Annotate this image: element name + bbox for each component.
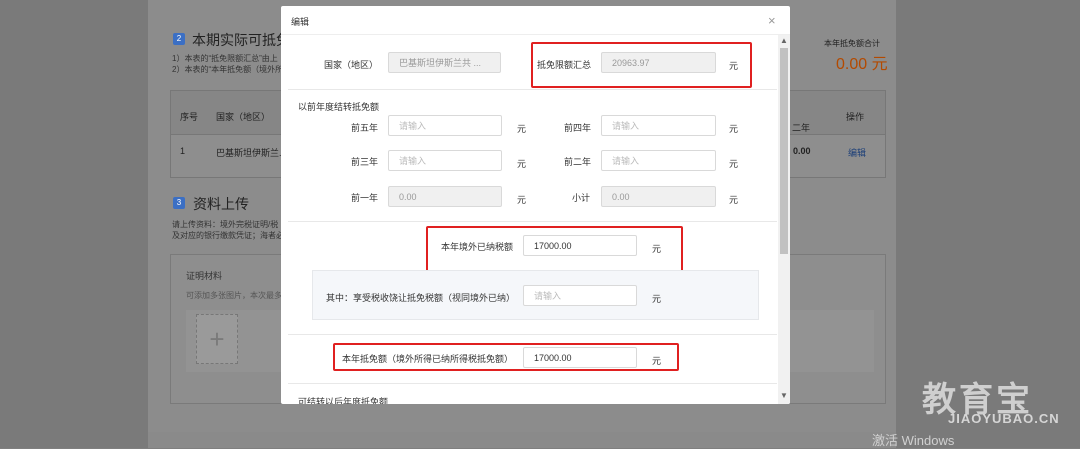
unit-label: 元 <box>729 159 739 169</box>
scroll-up-arrow-icon[interactable]: ▲ <box>778 35 790 47</box>
unit-label: 元 <box>517 195 527 205</box>
edit-link[interactable]: 编辑 <box>848 146 866 159</box>
scrollbar-thumb[interactable] <box>780 48 788 254</box>
divider <box>288 334 777 335</box>
column-header: 序号 <box>180 112 199 122</box>
close-icon[interactable]: × <box>768 13 776 28</box>
unit-label: 元 <box>517 124 527 134</box>
year5-label: 前五年 <box>351 123 379 133</box>
windows-activation-text: 激活 Windows <box>872 433 955 448</box>
unit-label: 元 <box>652 294 662 304</box>
unit-label: 元 <box>729 61 739 71</box>
total-credit-label: 本年抵免额合计 <box>824 39 880 48</box>
subtotal-field <box>601 186 716 207</box>
unit-label: 元 <box>652 244 662 254</box>
country-field <box>388 52 501 73</box>
section-number-badge: 2 <box>173 33 185 45</box>
header-divider <box>281 34 790 35</box>
limit-total-field <box>601 52 716 73</box>
section-note: 及对应的银行缴款凭证；海者必 <box>172 231 284 240</box>
column-header: 国家（地区） <box>216 112 271 122</box>
year1-label: 前一年 <box>351 193 379 203</box>
divider <box>288 221 777 222</box>
year4-input[interactable] <box>601 115 716 136</box>
dialog-title: 编辑 <box>291 17 310 27</box>
year2-input[interactable] <box>601 150 716 171</box>
table-cell: 1 <box>180 146 186 156</box>
current-year-credit-label: 本年抵免额（境外所得已纳所得税抵免额） <box>342 354 514 364</box>
left-margin <box>0 0 148 448</box>
section-title: 资料上传 <box>193 196 249 212</box>
scroll-down-arrow-icon[interactable]: ▼ <box>778 390 790 402</box>
column-header: 操作 <box>846 112 865 122</box>
divider <box>288 383 777 384</box>
year1-field <box>388 186 502 207</box>
year2-label: 前二年 <box>564 157 592 167</box>
year3-input[interactable] <box>388 150 502 171</box>
unit-label: 元 <box>729 195 739 205</box>
edit-dialog: 编辑 × 国家（地区） 抵免限额汇总 元 以前年度结转抵免额 前五年 元 前四年… <box>281 6 790 404</box>
divider <box>288 89 777 90</box>
tax-sparing-label: 其中：享受税收饶让抵免税额（视同境外已纳） <box>326 293 516 303</box>
carry-forward-section-title: 以前年度结转抵免额 <box>298 102 380 112</box>
carry-forward-future-label: 可结转以后年度抵免额 <box>298 397 389 404</box>
watermark-url: JIAOYUBAO.CN <box>948 411 1060 426</box>
upload-hint: 可添加多张图片，本次最多 <box>186 291 282 300</box>
current-year-credit-input[interactable] <box>523 347 637 368</box>
unit-label: 元 <box>729 124 739 134</box>
limit-total-label: 抵免限额汇总 <box>537 60 592 70</box>
section-title: 本期实际可抵免 <box>192 32 290 48</box>
upload-title: 证明材料 <box>186 271 223 281</box>
total-credit-value: 0.00 元 <box>836 56 888 73</box>
foreign-tax-paid-label: 本年境外已纳税额 <box>441 242 514 252</box>
section-number-badge: 3 <box>173 197 185 209</box>
country-label: 国家（地区） <box>324 60 379 70</box>
subtotal-label: 小计 <box>572 193 591 203</box>
add-image-button[interactable]: + <box>196 314 238 364</box>
unit-label: 元 <box>652 356 662 366</box>
year3-label: 前三年 <box>351 157 379 167</box>
section-note: 请上传资料：境外完税证明/税 <box>172 220 279 229</box>
section-note: 2）本表的“本年抵免额（境外所 <box>172 65 284 74</box>
foreign-tax-paid-input[interactable] <box>523 235 637 256</box>
year4-label: 前四年 <box>564 123 592 133</box>
column-header: 二年 <box>792 123 811 133</box>
table-cell: 0.00 <box>793 146 811 156</box>
unit-label: 元 <box>517 159 527 169</box>
tax-sparing-input[interactable] <box>523 285 637 306</box>
table-cell: 巴基斯坦伊斯兰... <box>216 148 287 158</box>
year5-input[interactable] <box>388 115 502 136</box>
section-note: 1）本表的“抵免限额汇总”由上 <box>172 54 278 63</box>
